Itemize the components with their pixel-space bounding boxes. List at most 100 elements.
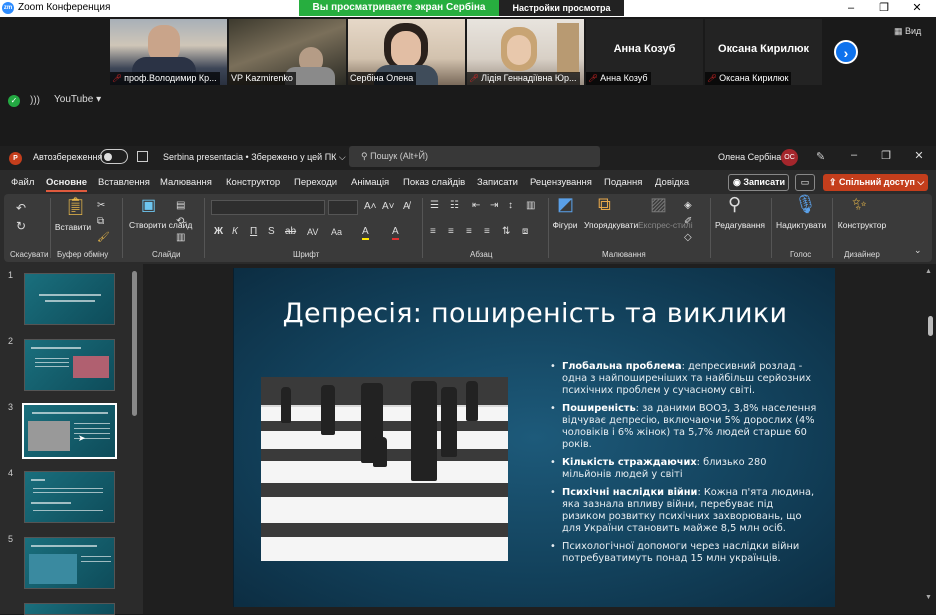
slide-thumbnail[interactable] bbox=[24, 537, 115, 589]
tab-design[interactable]: Конструктор bbox=[226, 177, 280, 188]
font-family-select[interactable] bbox=[211, 200, 325, 215]
tab-record[interactable]: Записати bbox=[477, 177, 518, 188]
arrange-label[interactable]: Упорядкувати bbox=[584, 220, 638, 230]
participant-tile[interactable]: Оксана Кирилюк 🎤︎ Оксана Кирилюк bbox=[705, 19, 822, 85]
scroll-up-arrow-icon[interactable]: ▲ bbox=[925, 268, 932, 275]
strikethrough-icon[interactable]: ab bbox=[285, 226, 296, 238]
shield-icon[interactable]: ✓ bbox=[8, 95, 20, 107]
slide-title[interactable]: Депресія: поширеність та виклики bbox=[234, 298, 835, 329]
align-right-icon[interactable]: ≡ bbox=[466, 226, 472, 238]
bullets-icon[interactable]: ☰ bbox=[430, 200, 439, 212]
participant-tile[interactable]: Анна Козуб 🎤︎ Анна Козуб bbox=[586, 19, 703, 85]
spacing-icon[interactable]: AV bbox=[307, 226, 318, 238]
thumbnail-scrollbar[interactable] bbox=[132, 271, 137, 416]
signal-icon[interactable]: ))) bbox=[30, 95, 40, 106]
quick-styles-label[interactable]: Експрес-стилі bbox=[638, 220, 693, 230]
slide-thumbnail[interactable] bbox=[24, 339, 115, 391]
designer-icon[interactable]: ✨︎ bbox=[852, 195, 867, 213]
participant-tile[interactable]: VP Kazmirenko bbox=[229, 19, 346, 85]
avatar[interactable]: ОС bbox=[781, 149, 798, 166]
section-icon[interactable]: ▥ bbox=[176, 232, 185, 244]
decrease-font-icon[interactable]: A˅ bbox=[382, 201, 395, 213]
slide-bullets[interactable]: Глобальна проблема: депресивний розлад -… bbox=[550, 361, 818, 571]
dictate-icon[interactable]: 🎙︎ bbox=[794, 195, 817, 213]
tab-slideshow[interactable]: Показ слайдів bbox=[403, 177, 465, 188]
paste-icon[interactable]: 📋︎ bbox=[64, 197, 87, 215]
columns-icon[interactable]: ▥ bbox=[526, 200, 535, 212]
participant-tile[interactable]: Сербіна Олена bbox=[348, 19, 465, 85]
shapes-icon[interactable]: ◩ bbox=[557, 195, 574, 213]
user-name[interactable]: Олена Сербіна bbox=[718, 152, 781, 162]
font-color-icon[interactable]: A bbox=[392, 226, 399, 240]
slide-thumbnail[interactable] bbox=[24, 603, 115, 615]
numbering-icon[interactable]: ☷ bbox=[450, 200, 459, 212]
ppt-close-button[interactable]: ✕ bbox=[911, 149, 927, 162]
designer-label[interactable]: Конструктор bbox=[836, 220, 888, 230]
smartart-icon[interactable]: ⧈ bbox=[522, 226, 528, 238]
tab-view[interactable]: Подання bbox=[604, 177, 642, 188]
editing-label[interactable]: Редагування bbox=[714, 220, 766, 230]
cut-icon[interactable]: ✂ bbox=[97, 200, 105, 212]
comment-button[interactable]: ▭ bbox=[795, 174, 815, 191]
bold-icon[interactable]: Ж bbox=[214, 226, 223, 238]
new-slide-label[interactable]: Створити слайд bbox=[129, 220, 192, 230]
paste-label[interactable]: Вставити bbox=[54, 222, 92, 232]
layout-icon[interactable]: ▤ bbox=[176, 200, 185, 212]
tab-review[interactable]: Рецензування bbox=[530, 177, 592, 188]
format-painter-icon[interactable]: 🖌︎ bbox=[97, 232, 110, 244]
clear-format-icon[interactable]: A̸ bbox=[403, 201, 410, 213]
participant-tile[interactable]: 🎤︎ Лідія Геннадіївна Юр... bbox=[467, 19, 584, 85]
align-center-icon[interactable]: ≡ bbox=[448, 226, 454, 238]
current-slide[interactable]: Депресія: поширеність та виклики • Глоба… bbox=[233, 268, 835, 607]
redo-icon[interactable]: ↻ bbox=[16, 220, 26, 232]
tab-help[interactable]: Довідка bbox=[655, 177, 689, 188]
share-button[interactable]: ⇪ Спільний доступ ⌵ bbox=[823, 174, 928, 191]
align-left-icon[interactable]: ≡ bbox=[430, 226, 436, 238]
close-button[interactable]: ✕ bbox=[902, 0, 932, 17]
ppt-minimize-button[interactable]: – bbox=[846, 149, 862, 161]
tab-draw[interactable]: Малювання bbox=[160, 177, 212, 188]
slide-thumbnail[interactable] bbox=[24, 471, 115, 523]
collapse-ribbon-icon[interactable]: ⌄ bbox=[914, 244, 922, 256]
youtube-menu[interactable]: YouTube ▾ bbox=[54, 94, 101, 105]
autosave-toggle[interactable] bbox=[100, 149, 128, 164]
participant-tile[interactable]: 🎤︎ проф.Володимир Кр... bbox=[110, 19, 227, 85]
tab-file[interactable]: Файл bbox=[11, 177, 34, 188]
text-direction-icon[interactable]: ⇅ bbox=[502, 226, 510, 238]
line-spacing-icon[interactable]: ↕ bbox=[508, 200, 513, 212]
tab-transitions[interactable]: Переходи bbox=[294, 177, 337, 188]
save-icon[interactable] bbox=[137, 151, 148, 162]
copy-icon[interactable]: ⧉ bbox=[97, 216, 104, 228]
italic-icon[interactable]: К bbox=[232, 226, 238, 238]
shape-effects-icon[interactable]: ◇ bbox=[684, 232, 692, 244]
crosswalk-photo[interactable] bbox=[261, 377, 508, 561]
shapes-label[interactable]: Фігури bbox=[550, 220, 580, 230]
quick-styles-icon[interactable]: ▨ bbox=[650, 195, 667, 213]
document-title[interactable]: Serbina presentacia • Збережено у цей ПК… bbox=[163, 152, 346, 163]
view-settings-button[interactable]: Настройки просмотра bbox=[499, 0, 624, 16]
pen-icon[interactable]: ✎ bbox=[816, 150, 825, 163]
increase-font-icon[interactable]: A˄ bbox=[364, 201, 377, 213]
reset-icon[interactable]: ⟲ bbox=[176, 216, 184, 228]
undo-icon[interactable]: ↶ bbox=[16, 202, 26, 214]
slide-scrollbar[interactable] bbox=[928, 316, 933, 336]
scroll-down-arrow-icon[interactable]: ▼ bbox=[925, 594, 932, 601]
arrange-icon[interactable]: ⧉ bbox=[598, 195, 611, 213]
slide-thumbnail-selected[interactable]: ➤ bbox=[22, 403, 117, 459]
shape-outline-icon[interactable]: ✐ bbox=[684, 216, 692, 228]
increase-indent-icon[interactable]: ⇥ bbox=[490, 200, 498, 212]
shape-fill-icon[interactable]: ◈ bbox=[684, 200, 692, 212]
search-input[interactable]: ⚲ Пошук (Alt+Й) bbox=[349, 146, 600, 167]
new-slide-icon[interactable]: ▣ bbox=[141, 198, 156, 214]
find-icon[interactable]: ⚲ bbox=[728, 195, 741, 213]
next-participants-button[interactable]: › bbox=[834, 40, 858, 64]
record-button[interactable]: ◉ Записати bbox=[728, 174, 789, 191]
tab-animations[interactable]: Анімація bbox=[351, 177, 389, 188]
tab-insert[interactable]: Вставлення bbox=[98, 177, 150, 188]
shadow-icon[interactable]: S bbox=[268, 226, 275, 238]
minimize-button[interactable]: – bbox=[836, 0, 866, 17]
dictate-label[interactable]: Надиктувати bbox=[776, 220, 826, 230]
change-case-icon[interactable]: Aa bbox=[331, 226, 342, 238]
underline-icon[interactable]: П bbox=[250, 226, 257, 238]
slide-thumbnail[interactable] bbox=[24, 273, 115, 325]
